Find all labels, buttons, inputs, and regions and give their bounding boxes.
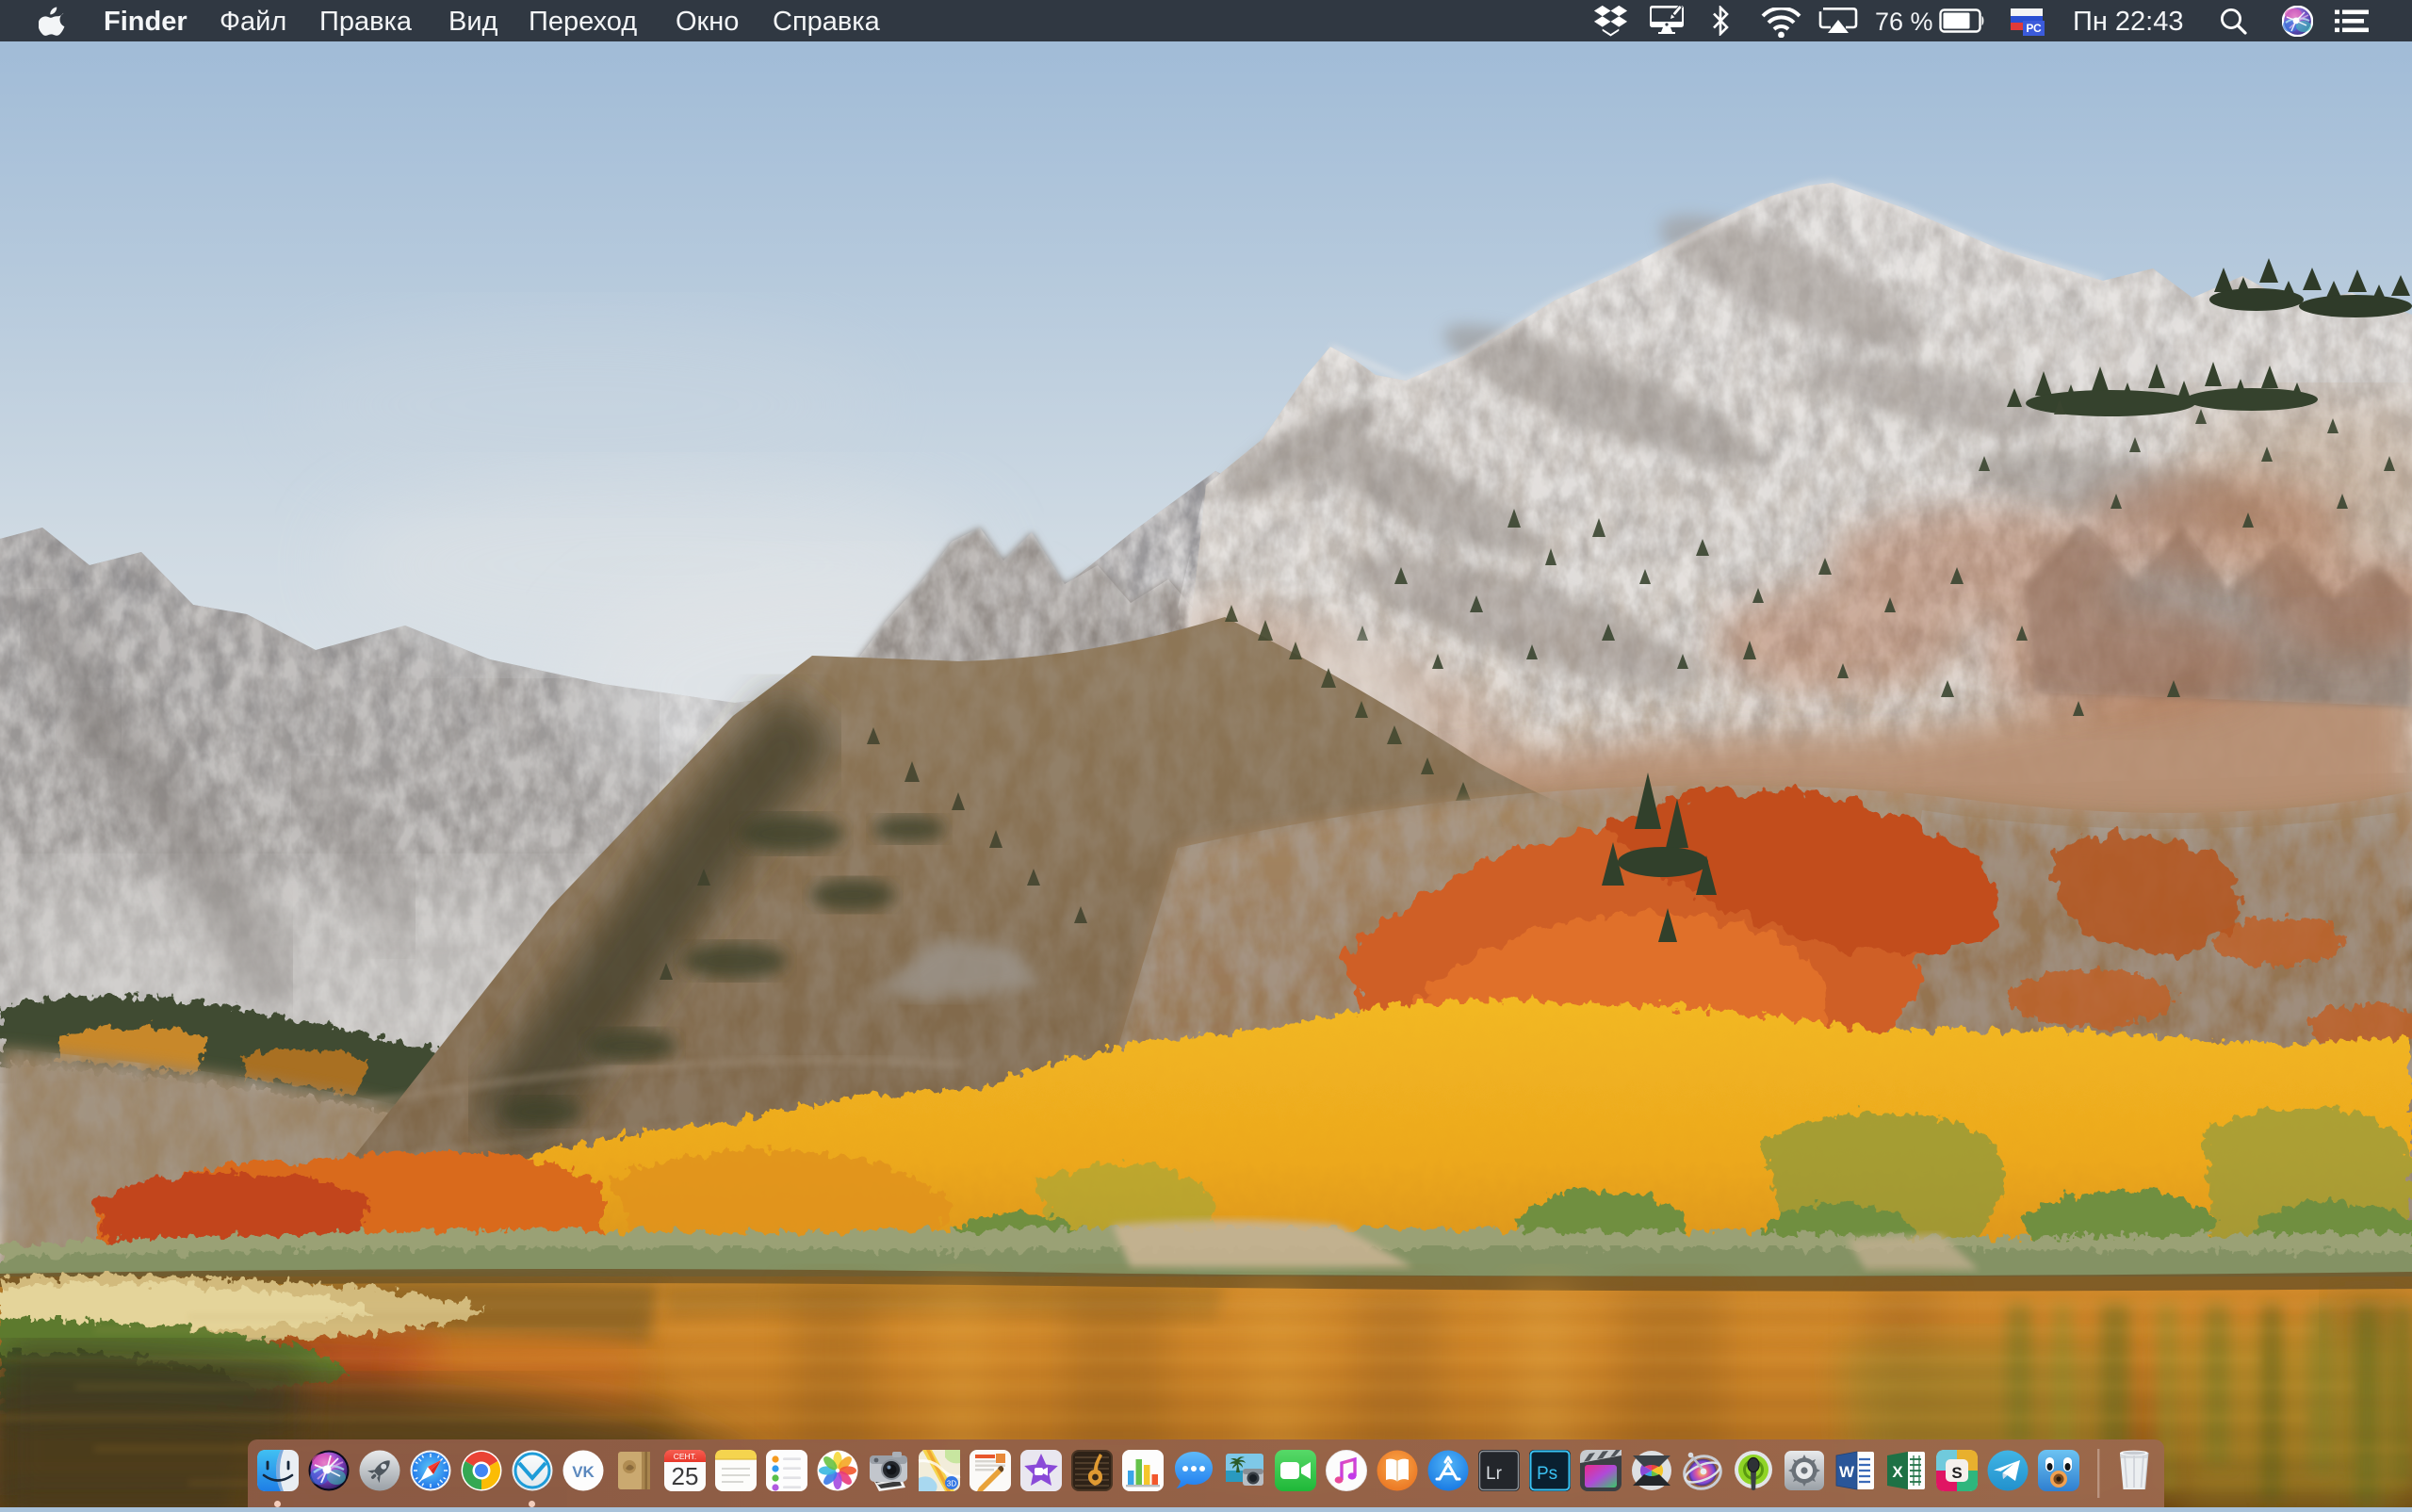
svg-text:X: X [1892,1463,1903,1481]
svg-text:25: 25 [672,1462,699,1490]
svg-text:СЕНТ.: СЕНТ. [674,1452,697,1461]
svg-text:3D: 3D [947,1480,956,1488]
svg-text:Ps: Ps [1537,1464,1557,1484]
svg-text:VK: VK [572,1463,595,1481]
svg-text:W: W [1839,1463,1855,1481]
svg-text:Lr: Lr [1486,1464,1503,1484]
svg-text:S: S [1951,1464,1962,1482]
